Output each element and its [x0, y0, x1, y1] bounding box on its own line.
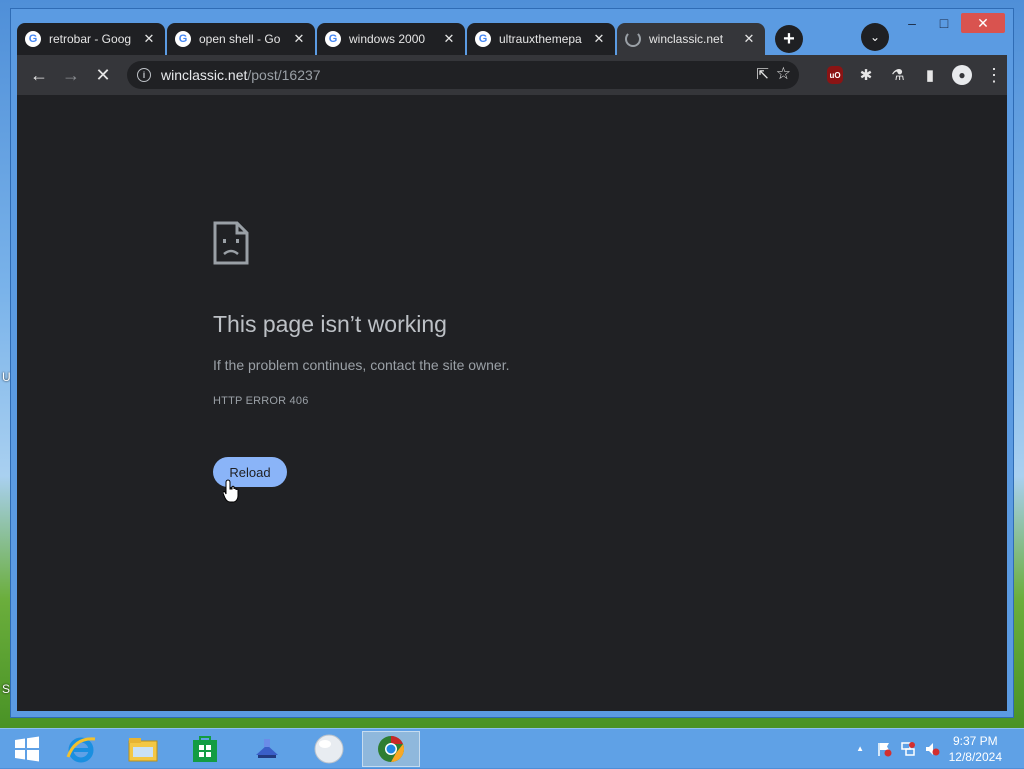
taskbar-chrome[interactable]: [362, 731, 420, 767]
taskbar-internet-explorer[interactable]: [54, 731, 108, 767]
stop-loading-button[interactable]: ✕: [91, 63, 115, 87]
tab-active[interactable]: winclassic.net ✕: [617, 23, 765, 55]
extensions-puzzle-icon[interactable]: ✱: [855, 64, 877, 86]
volume-muted-icon[interactable]: [924, 741, 940, 757]
close-window-button[interactable]: ✕: [961, 13, 1005, 33]
error-code: HTTP ERROR 406: [213, 395, 309, 407]
tab-search-button[interactable]: ⌄: [861, 23, 889, 51]
taskbar-network-app[interactable]: [240, 731, 294, 767]
back-button[interactable]: ←: [27, 63, 51, 87]
url-text[interactable]: winclassic.net/post/16237: [161, 67, 321, 83]
google-g-icon: G: [475, 31, 491, 47]
tab-close-icon[interactable]: ✕: [741, 31, 757, 47]
tab[interactable]: G ultrauxthemepa ✕: [467, 23, 615, 55]
browser-toolbar: ← → ✕ i winclassic.net/post/16237 ⇱ ☆ uO…: [17, 55, 1007, 95]
page-content: This page isn’t working If the problem c…: [17, 95, 1007, 711]
google-g-icon: G: [175, 31, 191, 47]
chevron-down-icon: ⌄: [869, 30, 881, 44]
clock-time: 9:37 PM: [952, 734, 998, 748]
chrome-menu-icon[interactable]: ⋮: [983, 64, 1005, 86]
tab-close-icon[interactable]: ✕: [291, 31, 307, 47]
labs-flask-icon[interactable]: ⚗: [887, 64, 909, 86]
system-clock[interactable]: 9:37 PM 12/8/2024: [949, 733, 1002, 765]
browser-window: – □ ✕ G retrobar - Goog ✕ G open shell -…: [10, 8, 1014, 718]
share-icon[interactable]: ⇱: [756, 65, 769, 83]
start-button[interactable]: [0, 731, 54, 767]
chrome-icon: [378, 736, 404, 762]
error-description: If the problem continues, contact the si…: [213, 357, 510, 373]
tab-strip: G retrobar - Goog ✕ G open shell - Go ✕ …: [17, 19, 803, 55]
maximize-button[interactable]: □: [929, 13, 959, 33]
side-panel-icon[interactable]: ▮: [919, 64, 941, 86]
forward-button[interactable]: →: [59, 63, 83, 87]
hand-cursor-icon: [223, 479, 239, 503]
tab-title: ultrauxthemepa: [499, 32, 582, 46]
google-g-icon: G: [25, 31, 41, 47]
error-title: This page isn’t working: [213, 311, 447, 337]
window-caption-buttons: – □ ✕: [897, 13, 1005, 33]
desktop-icon-label: S: [2, 682, 11, 696]
address-bar[interactable]: i winclassic.net/post/16237 ⇱ ☆: [127, 61, 799, 89]
tab-title: open shell - Go: [199, 32, 281, 46]
tab-title: retrobar - Goog: [49, 32, 132, 46]
ublock-origin-icon[interactable]: uO: [827, 66, 843, 84]
start-icon: [15, 736, 39, 762]
site-info-icon[interactable]: i: [137, 68, 151, 82]
new-tab-button[interactable]: +: [775, 25, 803, 53]
profile-avatar-icon[interactable]: ●: [952, 65, 972, 85]
taskbar-orb-app[interactable]: [302, 731, 356, 767]
loading-spinner-icon: [625, 31, 641, 47]
store-icon: [193, 736, 217, 762]
tab-title: windows 2000: [349, 32, 426, 46]
tab-close-icon[interactable]: ✕: [441, 31, 457, 47]
minimize-button[interactable]: –: [897, 13, 927, 33]
tab[interactable]: G retrobar - Goog ✕: [17, 23, 165, 55]
network-app-icon: [256, 739, 278, 758]
white-orb-icon: [314, 734, 344, 764]
network-icon[interactable]: [900, 741, 916, 757]
internet-explorer-icon: [66, 737, 96, 763]
tab-close-icon[interactable]: ✕: [591, 31, 607, 47]
taskbar-store[interactable]: [178, 731, 232, 767]
file-explorer-icon: [128, 738, 158, 762]
url-path: /post/16237: [247, 67, 321, 83]
tab-close-icon[interactable]: ✕: [141, 31, 157, 47]
tab[interactable]: G open shell - Go ✕: [167, 23, 315, 55]
action-center-flag-icon[interactable]: [876, 741, 892, 757]
url-host: winclassic.net: [161, 67, 248, 83]
google-g-icon: G: [325, 31, 341, 47]
taskbar: ▲ 9:37 PM 12/8/2024: [0, 728, 1024, 768]
bookmark-star-icon[interactable]: ☆: [776, 64, 791, 84]
tab-title: winclassic.net: [649, 32, 724, 46]
tab[interactable]: G windows 2000 ✕: [317, 23, 465, 55]
show-hidden-icons-button[interactable]: ▲: [856, 744, 864, 753]
clock-date: 12/8/2024: [948, 750, 1002, 764]
taskbar-file-explorer[interactable]: [116, 731, 170, 767]
sad-page-icon: [213, 221, 249, 265]
